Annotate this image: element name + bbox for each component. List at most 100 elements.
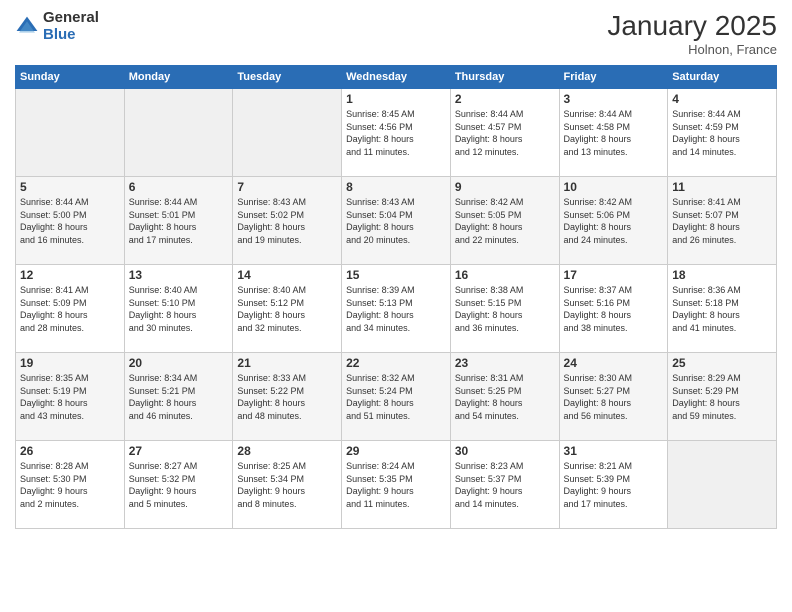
day-number: 31 (564, 444, 664, 458)
day-number: 18 (672, 268, 772, 282)
day-number: 1 (346, 92, 446, 106)
table-row: 9 Sunrise: 8:42 AM Sunset: 5:05 PM Daylig… (450, 177, 559, 265)
day-number: 5 (20, 180, 120, 194)
month-title: January 2025 (607, 10, 777, 42)
col-monday: Monday (124, 66, 233, 89)
table-row: 15 Sunrise: 8:39 AM Sunset: 5:13 PM Dayli… (342, 265, 451, 353)
table-row: 21 Sunrise: 8:33 AM Sunset: 5:22 PM Dayli… (233, 353, 342, 441)
day-number: 22 (346, 356, 446, 370)
table-row: 25Sunrise: 8:29 AM Sunset: 5:29 PM Dayli… (668, 353, 777, 441)
day-info: Sunrise: 8:37 AM Sunset: 5:16 PM Dayligh… (564, 284, 664, 334)
day-number: 21 (237, 356, 337, 370)
day-info: Sunrise: 8:41 AM Sunset: 5:07 PM Dayligh… (672, 196, 772, 246)
table-row: 31 Sunrise: 8:21 AM Sunset: 5:39 PM Dayli… (559, 441, 668, 529)
calendar-table: Sunday Monday Tuesday Wednesday Thursday… (15, 65, 777, 529)
col-tuesday: Tuesday (233, 66, 342, 89)
day-info: Sunrise: 8:32 AM Sunset: 5:24 PM Dayligh… (346, 372, 446, 422)
location: Holnon, France (607, 42, 777, 57)
calendar-header-row: Sunday Monday Tuesday Wednesday Thursday… (16, 66, 777, 89)
week-row-5: 26Sunrise: 8:28 AM Sunset: 5:30 PM Dayli… (16, 441, 777, 529)
day-info: Sunrise: 8:44 AM Sunset: 5:01 PM Dayligh… (129, 196, 229, 246)
day-info: Sunrise: 8:41 AM Sunset: 5:09 PM Dayligh… (20, 284, 120, 334)
logo-general-text: General (43, 10, 99, 27)
day-number: 24 (564, 356, 664, 370)
table-row: 3 Sunrise: 8:44 AM Sunset: 4:58 PM Daylig… (559, 89, 668, 177)
table-row: 22 Sunrise: 8:32 AM Sunset: 5:24 PM Dayli… (342, 353, 451, 441)
table-row: 14Sunrise: 8:40 AM Sunset: 5:12 PM Dayli… (233, 265, 342, 353)
col-wednesday: Wednesday (342, 66, 451, 89)
day-info: Sunrise: 8:34 AM Sunset: 5:21 PM Dayligh… (129, 372, 229, 422)
day-info: Sunrise: 8:42 AM Sunset: 5:06 PM Dayligh… (564, 196, 664, 246)
day-number: 29 (346, 444, 446, 458)
day-info: Sunrise: 8:39 AM Sunset: 5:13 PM Dayligh… (346, 284, 446, 334)
table-row: 7Sunrise: 8:43 AM Sunset: 5:02 PM Daylig… (233, 177, 342, 265)
day-info: Sunrise: 8:23 AM Sunset: 5:37 PM Dayligh… (455, 460, 555, 510)
logo-icon (15, 15, 39, 39)
day-number: 23 (455, 356, 555, 370)
table-row (16, 89, 125, 177)
day-number: 11 (672, 180, 772, 194)
day-number: 15 (346, 268, 446, 282)
day-number: 28 (237, 444, 337, 458)
week-row-4: 19Sunrise: 8:35 AM Sunset: 5:19 PM Dayli… (16, 353, 777, 441)
day-info: Sunrise: 8:44 AM Sunset: 5:00 PM Dayligh… (20, 196, 120, 246)
title-block: January 2025 Holnon, France (607, 10, 777, 57)
day-number: 16 (455, 268, 555, 282)
day-number: 3 (564, 92, 664, 106)
col-thursday: Thursday (450, 66, 559, 89)
table-row: 18 Sunrise: 8:36 AM Sunset: 5:18 PM Dayli… (668, 265, 777, 353)
table-row: 6 Sunrise: 8:44 AM Sunset: 5:01 PM Daylig… (124, 177, 233, 265)
table-row: 23 Sunrise: 8:31 AM Sunset: 5:25 PM Dayli… (450, 353, 559, 441)
col-saturday: Saturday (668, 66, 777, 89)
table-row: 10 Sunrise: 8:42 AM Sunset: 5:06 PM Dayli… (559, 177, 668, 265)
day-info: Sunrise: 8:25 AM Sunset: 5:34 PM Dayligh… (237, 460, 337, 510)
table-row: 20 Sunrise: 8:34 AM Sunset: 5:21 PM Dayli… (124, 353, 233, 441)
day-info: Sunrise: 8:44 AM Sunset: 4:59 PM Dayligh… (672, 108, 772, 158)
day-number: 8 (346, 180, 446, 194)
table-row (233, 89, 342, 177)
week-row-1: 1Sunrise: 8:45 AM Sunset: 4:56 PM Daylig… (16, 89, 777, 177)
page-container: General Blue January 2025 Holnon, France… (0, 0, 792, 612)
day-number: 13 (129, 268, 229, 282)
logo-blue-text: Blue (43, 27, 99, 44)
table-row: 13Sunrise: 8:40 AM Sunset: 5:10 PM Dayli… (124, 265, 233, 353)
table-row: 4 Sunrise: 8:44 AM Sunset: 4:59 PM Daylig… (668, 89, 777, 177)
table-row: 2 Sunrise: 8:44 AM Sunset: 4:57 PM Daylig… (450, 89, 559, 177)
day-number: 30 (455, 444, 555, 458)
logo: General Blue (15, 10, 99, 43)
col-sunday: Sunday (16, 66, 125, 89)
day-info: Sunrise: 8:44 AM Sunset: 4:57 PM Dayligh… (455, 108, 555, 158)
day-info: Sunrise: 8:31 AM Sunset: 5:25 PM Dayligh… (455, 372, 555, 422)
table-row: 1Sunrise: 8:45 AM Sunset: 4:56 PM Daylig… (342, 89, 451, 177)
day-info: Sunrise: 8:43 AM Sunset: 5:04 PM Dayligh… (346, 196, 446, 246)
day-info: Sunrise: 8:40 AM Sunset: 5:12 PM Dayligh… (237, 284, 337, 334)
day-number: 4 (672, 92, 772, 106)
table-row: 24 Sunrise: 8:30 AM Sunset: 5:27 PM Dayli… (559, 353, 668, 441)
table-row: 19Sunrise: 8:35 AM Sunset: 5:19 PM Dayli… (16, 353, 125, 441)
table-row: 12Sunrise: 8:41 AM Sunset: 5:09 PM Dayli… (16, 265, 125, 353)
day-number: 20 (129, 356, 229, 370)
week-row-3: 12Sunrise: 8:41 AM Sunset: 5:09 PM Dayli… (16, 265, 777, 353)
table-row: 26Sunrise: 8:28 AM Sunset: 5:30 PM Dayli… (16, 441, 125, 529)
logo-text: General Blue (43, 10, 99, 43)
table-row: 8 Sunrise: 8:43 AM Sunset: 5:04 PM Daylig… (342, 177, 451, 265)
day-info: Sunrise: 8:42 AM Sunset: 5:05 PM Dayligh… (455, 196, 555, 246)
day-info: Sunrise: 8:30 AM Sunset: 5:27 PM Dayligh… (564, 372, 664, 422)
day-info: Sunrise: 8:36 AM Sunset: 5:18 PM Dayligh… (672, 284, 772, 334)
day-info: Sunrise: 8:44 AM Sunset: 4:58 PM Dayligh… (564, 108, 664, 158)
day-number: 6 (129, 180, 229, 194)
day-number: 10 (564, 180, 664, 194)
day-number: 2 (455, 92, 555, 106)
table-row: 5 Sunrise: 8:44 AM Sunset: 5:00 PM Daylig… (16, 177, 125, 265)
table-row: 11 Sunrise: 8:41 AM Sunset: 5:07 PM Dayli… (668, 177, 777, 265)
table-row: 28 Sunrise: 8:25 AM Sunset: 5:34 PM Dayli… (233, 441, 342, 529)
day-number: 9 (455, 180, 555, 194)
week-row-2: 5 Sunrise: 8:44 AM Sunset: 5:00 PM Daylig… (16, 177, 777, 265)
table-row: 29Sunrise: 8:24 AM Sunset: 5:35 PM Dayli… (342, 441, 451, 529)
day-number: 25 (672, 356, 772, 370)
day-info: Sunrise: 8:21 AM Sunset: 5:39 PM Dayligh… (564, 460, 664, 510)
day-info: Sunrise: 8:35 AM Sunset: 5:19 PM Dayligh… (20, 372, 120, 422)
table-row (124, 89, 233, 177)
day-info: Sunrise: 8:33 AM Sunset: 5:22 PM Dayligh… (237, 372, 337, 422)
table-row: 16Sunrise: 8:38 AM Sunset: 5:15 PM Dayli… (450, 265, 559, 353)
